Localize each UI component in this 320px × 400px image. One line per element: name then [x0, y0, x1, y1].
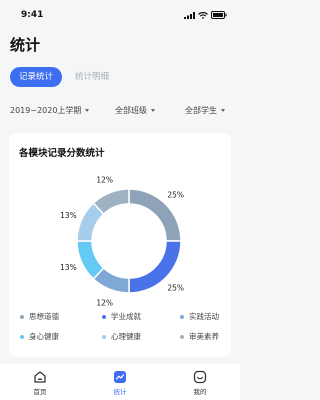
status-icons: [184, 11, 227, 19]
legend-label: 实践活动: [189, 312, 219, 321]
semester-filter-label: 2019~2020上学期: [10, 106, 82, 115]
legend-label: 身心健康: [29, 332, 59, 341]
legend-dot: [102, 314, 106, 319]
class-filter[interactable]: 全部班级: [115, 105, 155, 116]
slice-label: 12%: [96, 298, 113, 307]
slice-label: 13%: [60, 211, 77, 220]
legend-item: 思想道德: [20, 311, 59, 322]
chevron-down-icon: [221, 109, 225, 112]
legend-dot: [20, 334, 24, 339]
legend-item: 身心健康: [20, 331, 59, 342]
tab-stats-detail[interactable]: 统计明细: [66, 67, 118, 87]
semester-filter[interactable]: 2019~2020上学期: [10, 105, 90, 116]
legend-dot: [20, 314, 24, 319]
legend-dot: [180, 334, 184, 339]
tabbar-stats[interactable]: 统计: [90, 370, 150, 396]
page-title: 统计: [10, 36, 41, 54]
legend-label: 审美素养: [189, 332, 219, 341]
status-bar: 9:41: [0, 0, 240, 30]
profile-icon: [193, 370, 207, 384]
signal-icon: [184, 11, 195, 19]
donut-chart: 25% 25% 12% 13% 13% 12%: [60, 176, 184, 308]
student-filter-label: 全部学生: [185, 106, 217, 115]
battery-icon: [211, 11, 227, 19]
legend-label: 学业成就: [111, 312, 141, 321]
tabbar-home-label: 首页: [33, 388, 47, 396]
chevron-down-icon: [151, 109, 155, 112]
student-filter[interactable]: 全部学生: [185, 105, 225, 116]
bottom-tab-bar: 首页 统计 我的: [0, 364, 240, 400]
chart-icon: [114, 371, 126, 383]
slice-label: 12%: [96, 176, 113, 185]
legend-label: 心理健康: [111, 332, 141, 341]
tab-record-stats[interactable]: 记录统计: [10, 67, 63, 87]
legend-item: 审美素养: [180, 331, 219, 342]
segment-tabs: 记录统计 统计明细: [10, 67, 118, 87]
legend-item: 心理健康: [102, 331, 141, 342]
tabbar-profile-label: 我的: [193, 388, 207, 396]
slice-label: 25%: [167, 284, 184, 293]
slice-label: 25%: [167, 190, 184, 199]
legend-dot: [102, 334, 106, 339]
wifi-icon: [198, 11, 208, 19]
class-filter-label: 全部班级: [115, 106, 147, 115]
home-icon: [34, 371, 46, 383]
legend-item: 学业成就: [102, 311, 141, 322]
chevron-down-icon: [85, 109, 90, 112]
status-time: 9:41: [21, 10, 44, 20]
stats-card: 各模块记录分数统计 25% 25% 12% 13% 13% 12% 思想道德 学业成就 实…: [9, 133, 231, 357]
legend-label: 思想道德: [29, 312, 59, 321]
slice-label: 13%: [60, 263, 77, 272]
legend-dot: [180, 314, 184, 319]
tabbar-home[interactable]: 首页: [10, 370, 70, 396]
legend-item: 实践活动: [180, 311, 219, 322]
filter-bar: 2019~2020上学期 全部班级 全部学生: [10, 105, 235, 119]
tabbar-profile[interactable]: 我的: [170, 370, 230, 396]
donut-slice: [76, 240, 105, 280]
card-title: 各模块记录分数统计: [19, 148, 105, 159]
tabbar-stats-label: 统计: [113, 388, 127, 396]
